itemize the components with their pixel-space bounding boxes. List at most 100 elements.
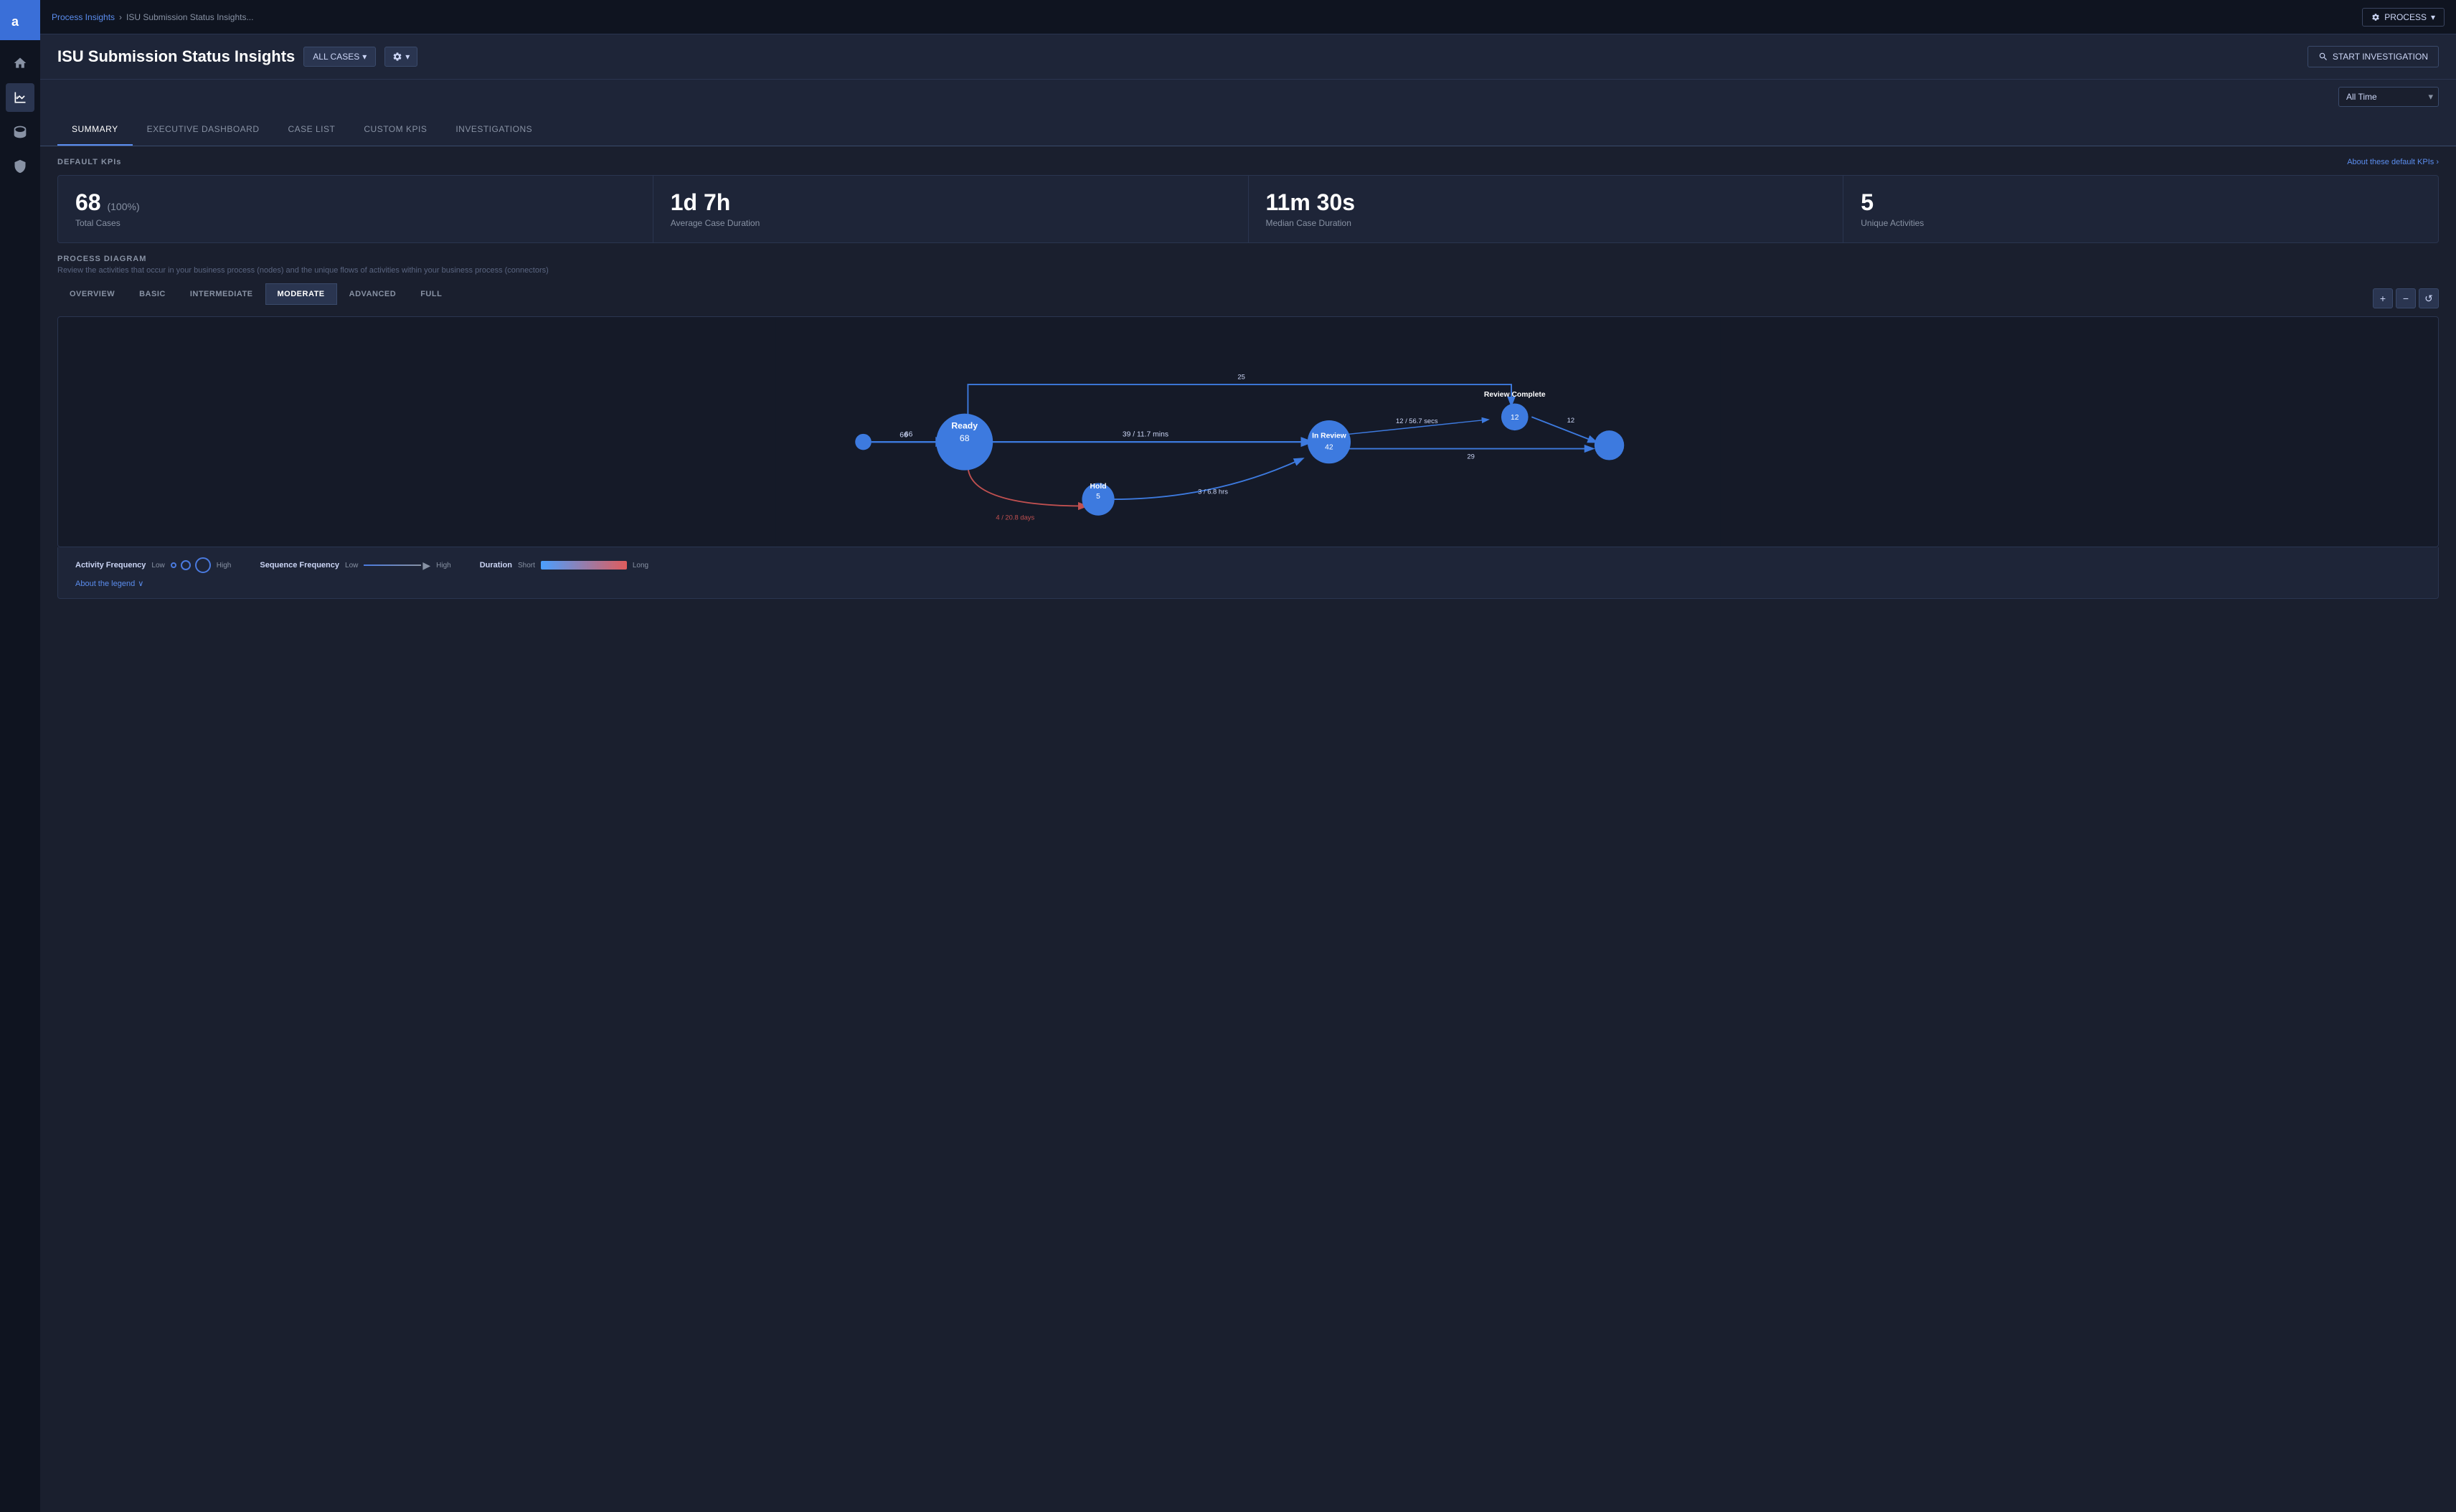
diagram-tab-moderate[interactable]: MODERATE: [265, 283, 337, 305]
tabs: SUMMARY EXECUTIVE DASHBOARD CASE LIST CU…: [57, 114, 2439, 146]
kpi-median-duration-value: 11m 30s: [1266, 190, 1826, 215]
start-node[interactable]: [855, 434, 872, 450]
legend-sequence-frequency: Sequence Frequency Low ▶ High: [260, 559, 450, 572]
page-header-left: ISU Submission Status Insights ALL CASES…: [57, 47, 417, 67]
kpi-avg-duration: 1d 7h Average Case Duration: [653, 176, 1248, 242]
kpi-section: DEFAULT KPIs About these default KPIs › …: [40, 146, 2456, 243]
arrow-head-icon: ▶: [422, 559, 430, 572]
review-complete-count: 12: [1511, 414, 1519, 422]
breadcrumb-parent[interactable]: Process Insights: [52, 12, 115, 22]
tab-investigations[interactable]: INVESTIGATIONS: [441, 114, 547, 146]
tab-summary[interactable]: SUMMARY: [57, 114, 133, 146]
home-icon: [13, 56, 27, 70]
time-filter-row: All Time: [40, 80, 2456, 114]
about-legend-chevron: ∨: [138, 579, 143, 588]
process-button[interactable]: PROCESS ▾: [2362, 8, 2445, 27]
kpi-total-cases-sub: (100%): [107, 201, 139, 212]
app-logo[interactable]: a: [0, 0, 40, 40]
diagram-subtitle: Review the activities that occur in your…: [57, 266, 2439, 275]
settings-gear-icon: [392, 52, 402, 62]
duration-long: Long: [633, 562, 648, 570]
connector-25-label: 25: [1237, 373, 1244, 381]
kpi-median-duration: 11m 30s Median Case Duration: [1249, 176, 1843, 242]
kpi-unique-activities-value: 5: [1861, 190, 2421, 215]
in-review-node[interactable]: [1308, 420, 1351, 463]
tab-custom-kpis[interactable]: CUSTOM KPIS: [349, 114, 441, 146]
kpi-avg-duration-label: Average Case Duration: [671, 218, 1231, 228]
reset-zoom-button[interactable]: ↺: [2419, 288, 2439, 308]
process-diagram-svg: 66 66: [58, 317, 2438, 547]
topnav-right: PROCESS ▾: [2362, 8, 2445, 27]
tabs-section: SUMMARY EXECUTIVE DASHBOARD CASE LIST CU…: [40, 114, 2456, 146]
connector-4-label: 4 / 20.8 days: [996, 514, 1034, 521]
kpi-section-title: DEFAULT KPIs: [57, 158, 121, 166]
sidebar-item-database[interactable]: [6, 118, 34, 146]
start-investigation-button[interactable]: START INVESTIGATION: [2308, 46, 2439, 67]
process-btn-label: PROCESS: [2384, 12, 2427, 22]
activity-freq-high: High: [217, 562, 232, 570]
about-kpis-link[interactable]: About these default KPIs ›: [2347, 158, 2439, 166]
connector-12-secs-label: 12 / 56.7 secs: [1396, 417, 1438, 425]
activity-freq-low: Low: [151, 562, 164, 570]
gear-chevron-icon: ▾: [405, 52, 410, 62]
diagram-canvas-wrapper: 66 66: [57, 316, 2439, 547]
kpi-section-header: DEFAULT KPIs About these default KPIs ›: [57, 158, 2439, 166]
seq-freq-high: High: [436, 562, 451, 570]
seq-freq-low: Low: [345, 562, 358, 570]
kpi-total-cases-value: 68 (100%): [75, 190, 636, 215]
legend-duration: Duration Short Long: [480, 561, 648, 570]
duration-gradient: [541, 561, 627, 570]
tab-executive-dashboard[interactable]: EXECUTIVE DASHBOARD: [133, 114, 274, 146]
kpi-avg-duration-value: 1d 7h: [671, 190, 1231, 215]
diagram-tab-full[interactable]: FULL: [408, 283, 454, 305]
kpi-unique-activities-label: Unique Activities: [1861, 218, 2421, 228]
duration-short: Short: [518, 562, 535, 570]
legend-row: Activity Frequency Low High Sequence Fre…: [75, 557, 2421, 573]
breadcrumb-separator: ›: [119, 12, 122, 22]
settings-button[interactable]: ▾: [384, 47, 417, 67]
hold-label: Hold: [1090, 483, 1107, 491]
diagram-section: PROCESS DIAGRAM Review the activities th…: [40, 243, 2456, 610]
zoom-in-button[interactable]: +: [2373, 288, 2393, 308]
diagram-tab-basic[interactable]: BASIC: [127, 283, 178, 305]
circle-small: [171, 562, 176, 568]
sidebar-item-home[interactable]: [6, 49, 34, 77]
diagram-tabs: OVERVIEW BASIC INTERMEDIATE MODERATE ADV…: [57, 283, 454, 305]
time-select-wrapper: All Time: [2338, 87, 2439, 107]
legend-section: Activity Frequency Low High Sequence Fre…: [57, 547, 2439, 599]
connector-29-label: 29: [1467, 453, 1474, 460]
process-chevron: ▾: [2431, 12, 2435, 22]
main-content: Process Insights › ISU Submission Status…: [40, 0, 2456, 1512]
page-header: ISU Submission Status Insights ALL CASES…: [40, 34, 2456, 80]
sequence-frequency-label: Sequence Frequency: [260, 561, 339, 570]
zoom-out-button[interactable]: −: [2396, 288, 2416, 308]
sidebar-item-analytics[interactable]: [6, 83, 34, 112]
page-title: ISU Submission Status Insights: [57, 47, 295, 66]
filter-btn-label: ALL CASES: [313, 52, 359, 62]
sidebar: a: [0, 0, 40, 1512]
duration-label: Duration: [480, 561, 512, 570]
sidebar-item-shield[interactable]: [6, 152, 34, 181]
diagram-controls: + − ↺: [2373, 288, 2439, 308]
time-select[interactable]: All Time: [2338, 87, 2439, 107]
all-cases-filter-button[interactable]: ALL CASES ▾: [303, 47, 376, 67]
activity-frequency-label: Activity Frequency: [75, 561, 146, 570]
search-icon: [2318, 52, 2328, 62]
breadcrumb-current: ISU Submission Status Insights...: [126, 12, 253, 22]
kpi-unique-activities: 5 Unique Activities: [1843, 176, 2438, 242]
diagram-canvas: 66 66: [58, 317, 2438, 547]
diagram-tab-overview[interactable]: OVERVIEW: [57, 283, 127, 305]
ready-label: Ready: [951, 420, 978, 430]
about-legend-label: About the legend: [75, 580, 135, 588]
kpi-cards: 68 (100%) Total Cases 1d 7h Average Case…: [57, 175, 2439, 243]
svg-text:a: a: [11, 14, 19, 29]
content-area: ISU Submission Status Insights ALL CASES…: [40, 34, 2456, 1512]
diagram-tab-intermediate[interactable]: INTERMEDIATE: [178, 283, 265, 305]
end-node[interactable]: [1595, 430, 1624, 460]
connector-66-label: 66: [905, 431, 913, 439]
about-legend-link[interactable]: About the legend ∨: [75, 579, 2421, 588]
diagram-tab-advanced[interactable]: ADVANCED: [337, 283, 409, 305]
breadcrumb: Process Insights › ISU Submission Status…: [52, 12, 253, 22]
start-investigation-label: START INVESTIGATION: [2333, 52, 2428, 62]
tab-case-list[interactable]: CASE LIST: [274, 114, 350, 146]
